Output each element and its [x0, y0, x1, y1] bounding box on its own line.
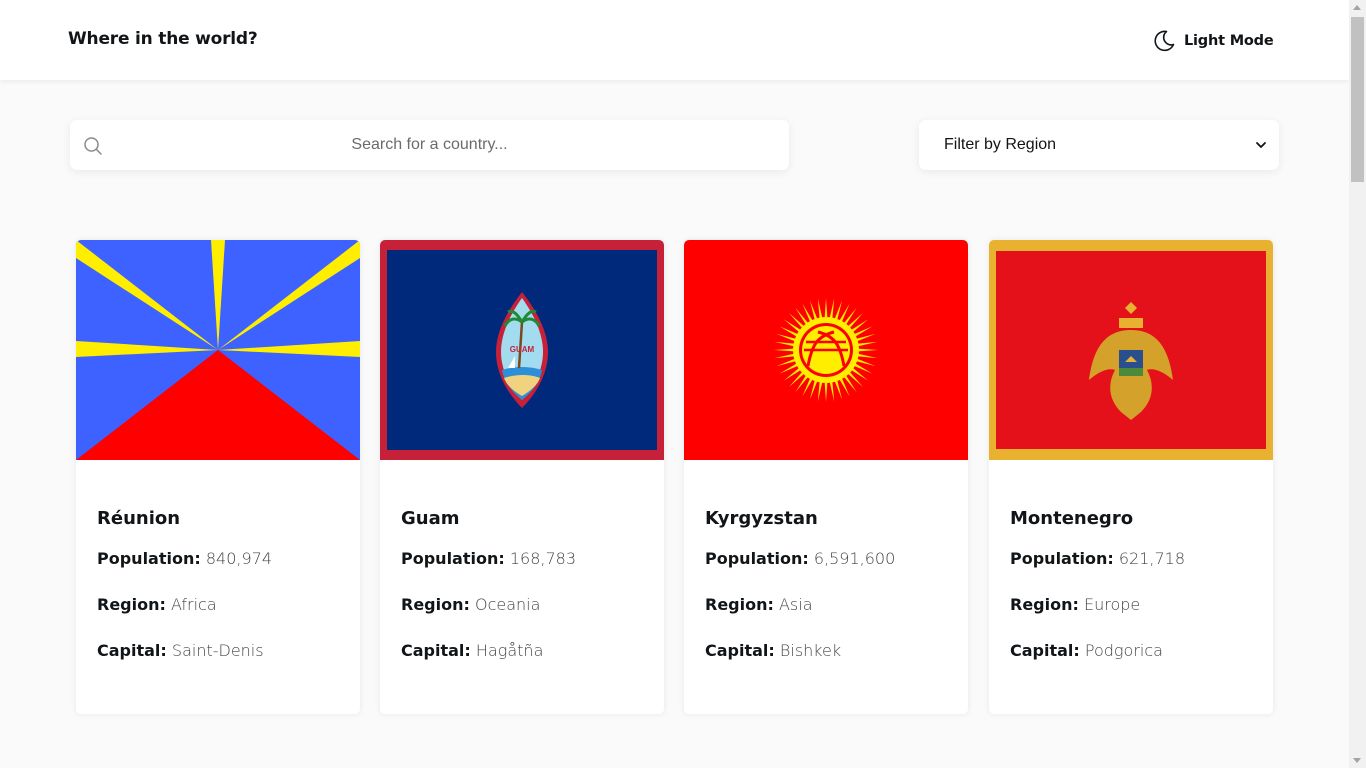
capital-row: Capital: Hagåtña [401, 641, 543, 660]
region-row: Region: Oceania [401, 595, 540, 614]
reunion-flag-image [76, 240, 360, 460]
region-label: Region: [401, 595, 470, 614]
scroll-down-arrow-icon[interactable] [1353, 758, 1361, 763]
population-value: 840,974 [205, 549, 273, 568]
capital-value: Podgorica [1084, 641, 1163, 660]
population-value: 6,591,600 [813, 549, 896, 568]
theme-toggle-label: Light Mode [1184, 33, 1274, 49]
capital-value: Saint-Denis [171, 641, 264, 660]
country-card-peek[interactable] [76, 764, 360, 768]
region-row: Region: Africa [97, 595, 217, 614]
population-label: Population: [705, 549, 809, 568]
region-row: Region: Europe [1010, 595, 1140, 614]
population-row: Population: 168,783 [401, 549, 576, 568]
app-title: Where in the world? [68, 29, 258, 49]
montenegro-flag-image [989, 240, 1273, 460]
search-icon [84, 137, 102, 155]
population-value: 168,783 [509, 549, 577, 568]
population-label: Population: [97, 549, 201, 568]
capital-label: Capital: [705, 641, 775, 660]
capital-row: Capital: Podgorica [1010, 641, 1163, 660]
country-name: Guam [401, 508, 460, 529]
country-card[interactable]: Réunion Population: 840,974 Region: Afri… [76, 240, 360, 714]
capital-label: Capital: [1010, 641, 1080, 660]
search-box[interactable] [70, 120, 789, 170]
chevron-down-icon [1256, 142, 1266, 148]
theme-toggle-button[interactable]: Light Mode [1152, 28, 1274, 54]
country-card-peek[interactable] [684, 764, 968, 768]
country-card[interactable]: Montenegro Population: 621,718 Region: E… [989, 240, 1273, 714]
capital-label: Capital: [97, 641, 167, 660]
region-label: Region: [705, 595, 774, 614]
moon-icon [1154, 30, 1175, 52]
vertical-scrollbar[interactable] [1349, 0, 1366, 768]
country-name: Réunion [97, 508, 181, 529]
region-filter-select[interactable]: Filter by Region [919, 120, 1279, 170]
region-label: Region: [97, 595, 166, 614]
country-name: Kyrgyzstan [705, 508, 818, 529]
kyrgyzstan-flag-image [684, 240, 968, 460]
capital-value: Bishkek [779, 641, 842, 660]
region-filter-label: Filter by Region [944, 136, 1057, 153]
country-card-peek[interactable] [989, 764, 1273, 768]
population-row: Population: 840,974 [97, 549, 272, 568]
country-card[interactable]: Kyrgyzstan Population: 6,591,600 Region:… [684, 240, 968, 714]
scrollbar-thumb[interactable] [1351, 17, 1364, 182]
population-row: Population: 6,591,600 [705, 549, 895, 568]
guam-flag-image: GUAM [380, 240, 664, 460]
population-label: Population: [1010, 549, 1114, 568]
region-value: Africa [170, 595, 217, 614]
capital-row: Capital: Saint-Denis [97, 641, 264, 660]
region-value: Asia [778, 595, 813, 614]
population-value: 621,718 [1118, 549, 1186, 568]
region-row: Region: Asia [705, 595, 813, 614]
top-header: Where in the world? Light Mode [0, 0, 1349, 80]
population-label: Population: [401, 549, 505, 568]
country-card[interactable]: GUAM Guam Population: 168,783 Region: Oc… [380, 240, 664, 714]
population-row: Population: 621,718 [1010, 549, 1185, 568]
region-value: Oceania [474, 595, 541, 614]
capital-value: Hagåtña [475, 641, 544, 660]
country-name: Montenegro [1010, 508, 1134, 529]
region-label: Region: [1010, 595, 1079, 614]
region-value: Europe [1083, 595, 1141, 614]
capital-row: Capital: Bishkek [705, 641, 841, 660]
scroll-up-arrow-icon[interactable] [1353, 5, 1361, 10]
capital-label: Capital: [401, 641, 471, 660]
search-input[interactable] [70, 120, 789, 170]
country-card-peek[interactable] [380, 764, 664, 768]
svg-text:GUAM: GUAM [510, 345, 535, 354]
